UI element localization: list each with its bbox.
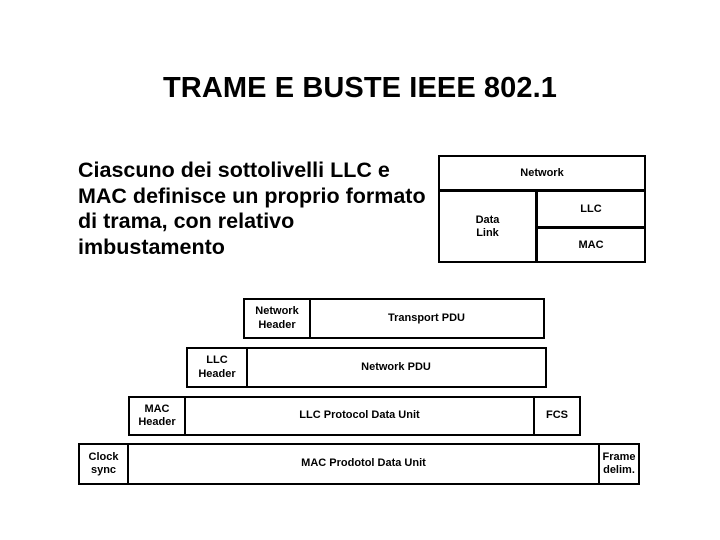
frame-row: Clock sync MAC Prodotol Data Unit Frame …	[78, 443, 640, 485]
transport-pdu-cell: Transport PDU	[308, 298, 545, 339]
layer-cell-data-link-label: Data Link	[476, 214, 500, 240]
clock-sync-label: Clock sync	[89, 451, 119, 478]
network-pdu-cell: Network PDU	[245, 347, 547, 388]
mac-header-cell: MAC Header	[128, 396, 186, 436]
llc-header-line-1: LLC	[206, 354, 228, 366]
llc-header-label: LLC Header	[198, 354, 235, 381]
mac-protocol-data-unit-cell: MAC Prodotol Data Unit	[126, 443, 601, 485]
clock-sync-line-2: sync	[90, 464, 117, 476]
osi-layer-diagram: Network Data Link LLC MAC	[438, 155, 646, 263]
layer-cell-data-link: Data Link	[440, 192, 538, 261]
layer-cell-mac: MAC	[578, 238, 604, 251]
frame-delimiter-label: Frame delim.	[602, 451, 635, 478]
mac-header-line-2: Header	[138, 416, 176, 428]
mac-header-label: MAC Header	[138, 403, 175, 430]
network-header-cell: Network Header	[243, 298, 311, 339]
frame-delimiter-cell: Frame delim.	[598, 443, 640, 485]
mac-header-line-1: MAC	[144, 402, 170, 415]
network-header-line-2: Header	[258, 318, 296, 331]
network-pdu-row: Network Header Transport PDU	[243, 298, 545, 339]
network-header-label: Network Header	[255, 305, 298, 332]
llc-header-line-2: Header	[198, 367, 236, 380]
data-link-line-1: Data	[475, 213, 500, 226]
network-header-line-1: Network	[255, 305, 299, 317]
llc-header-cell: LLC Header	[186, 347, 248, 388]
layer-cell-network: Network	[440, 157, 644, 192]
llc-protocol-data-unit-cell: LLC Protocol Data Unit	[183, 396, 536, 436]
mac-pdu-row: MAC Header LLC Protocol Data Unit FCS	[128, 396, 581, 436]
llc-pdu-row: LLC Header Network PDU	[186, 347, 547, 388]
clock-sync-cell: Clock sync	[78, 443, 129, 485]
clock-sync-line-1: Clock	[88, 450, 119, 463]
frame-delim-line-1: Frame	[602, 450, 636, 463]
body-paragraph: Ciascuno dei sottolivelli LLC e MAC defi…	[78, 158, 426, 259]
data-link-line-2: Link	[476, 226, 499, 239]
page-title: TRAME E BUSTE IEEE 802.1	[162, 72, 557, 104]
slide-canvas: TRAME E BUSTE IEEE 802.1 Ciascuno dei so…	[0, 0, 720, 540]
layer-cell-llc: LLC	[538, 192, 644, 229]
frame-delim-line-2: delim.	[603, 464, 635, 476]
fcs-cell: FCS	[533, 396, 581, 436]
